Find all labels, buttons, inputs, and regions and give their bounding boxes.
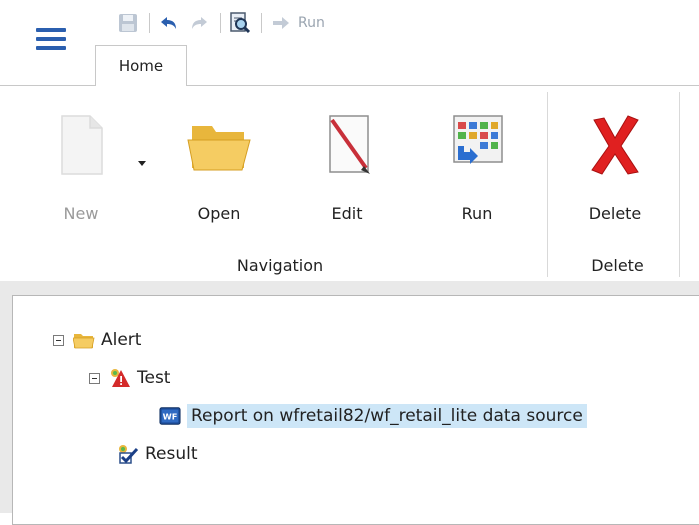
new-document-icon — [46, 110, 116, 180]
tree-node-result-label: Result — [145, 444, 198, 464]
wf-report-icon: WF — [159, 405, 181, 427]
alert-test-icon — [109, 367, 131, 389]
collapse-toggle-icon[interactable] — [89, 372, 100, 384]
run-button-label: Run — [461, 204, 493, 223]
tree-node-report-label: Report on wfretail82/wf_retail_lite data… — [187, 404, 587, 428]
ribbon-bottom-band — [0, 281, 699, 295]
tree-node-alert[interactable]: Alert — [53, 325, 141, 355]
edit-button[interactable]: Edit — [302, 104, 392, 223]
preview-icon[interactable] — [227, 10, 253, 36]
toolbar-separator — [220, 13, 221, 33]
toolbar-separator — [261, 13, 262, 33]
save-icon[interactable] — [115, 10, 141, 36]
undo-icon[interactable] — [156, 10, 182, 36]
delete-button-label: Delete — [588, 204, 642, 223]
new-button[interactable]: New — [36, 104, 126, 223]
run-button[interactable]: Run — [432, 104, 522, 223]
tree-node-report[interactable]: WF Report on wfretail82/wf_retail_lite d… — [159, 401, 587, 431]
panel-left-gutter — [0, 295, 12, 513]
edit-button-label: Edit — [331, 204, 363, 223]
tree-node-test-label: Test — [137, 368, 171, 388]
alert-result-icon — [117, 443, 139, 465]
open-button-label: Open — [197, 204, 241, 223]
toolbar-separator — [149, 13, 150, 33]
run-report-icon — [442, 110, 512, 180]
new-dropdown-arrow-icon[interactable] — [138, 161, 146, 166]
delete-x-icon — [580, 110, 650, 180]
group-label-delete: Delete — [591, 256, 644, 275]
group-label-navigation: Navigation — [236, 256, 324, 275]
redo-icon[interactable] — [186, 10, 212, 36]
edit-document-icon — [312, 110, 382, 180]
run-qat-icon[interactable] — [268, 10, 294, 36]
quick-access-toolbar: Run — [115, 10, 325, 36]
tree-node-alert-label: Alert — [101, 330, 142, 350]
hamburger-menu-icon[interactable] — [36, 28, 66, 52]
ribbon-group-separator — [679, 92, 680, 277]
folder-icon — [73, 329, 95, 351]
svg-text:WF: WF — [163, 412, 178, 422]
tab-home[interactable]: Home — [95, 45, 187, 86]
collapse-toggle-icon[interactable] — [53, 334, 64, 346]
tree-panel: Alert Test WF Report on wfretail82/wf_re… — [12, 295, 699, 525]
folder-open-icon — [184, 110, 254, 180]
open-button[interactable]: Open — [174, 104, 264, 223]
ribbon: New Open Edit Run Delete Navigation Dele… — [0, 86, 699, 281]
run-qat-label[interactable]: Run — [298, 15, 325, 31]
tree-node-test[interactable]: Test — [89, 363, 170, 393]
delete-button[interactable]: Delete — [570, 104, 660, 223]
tree-node-result[interactable]: Result — [117, 439, 198, 469]
new-button-label: New — [63, 204, 99, 223]
ribbon-group-separator — [547, 92, 548, 277]
